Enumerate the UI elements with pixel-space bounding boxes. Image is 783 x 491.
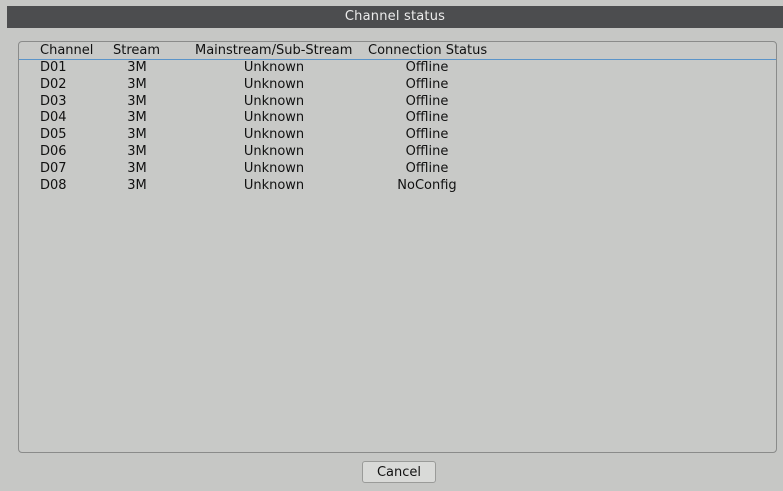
cell-stream: 3M [127,110,147,126]
cell-channel: D06 [40,143,67,159]
cell-channel: D05 [40,127,67,143]
cell-connection-status: Offline [405,60,449,75]
cell-mainstream: Unknown [243,60,305,75]
cell-connection-status: Offline [405,143,449,159]
cancel-button[interactable]: Cancel [362,461,436,483]
cell-stream: 3M [127,127,147,143]
table-row[interactable]: D04 3M Unknown Offline [19,110,776,127]
channel-status-table: Channel Stream Mainstream/Sub-Stream Con… [18,41,777,453]
cell-connection-status: Offline [405,110,449,126]
column-header-mainstream-substream: Mainstream/Sub-Stream [195,43,353,58]
cell-stream: 3M [127,60,147,75]
table-row[interactable]: D08 3M Unknown NoConfig [19,178,776,195]
dialog-title: Channel status [7,6,783,28]
cell-connection-status: Offline [405,76,449,92]
table-row[interactable]: D06 3M Unknown Offline [19,144,776,161]
column-header-stream: Stream [113,43,161,58]
cell-channel: D08 [40,177,67,193]
cell-mainstream: Unknown [243,93,305,109]
cell-mainstream: Unknown [243,110,305,126]
table-row[interactable]: D03 3M Unknown Offline [19,94,776,111]
cell-mainstream: Unknown [243,127,305,143]
cell-mainstream: Unknown [243,177,305,193]
cell-mainstream: Unknown [243,160,305,176]
channel-status-dialog: Channel status Channel Stream Mainstream… [0,0,783,491]
table-row[interactable]: D05 3M Unknown Offline [19,127,776,144]
table-row[interactable]: D01 3M Unknown Offline [19,60,776,77]
column-header-channel: Channel [40,43,94,58]
cell-channel: D01 [40,60,67,75]
cell-channel: D02 [40,76,67,92]
cell-stream: 3M [127,160,147,176]
cell-channel: D03 [40,93,67,109]
cell-mainstream: Unknown [243,143,305,159]
table-header: Channel Stream Mainstream/Sub-Stream Con… [19,43,776,60]
cell-connection-status: Offline [405,127,449,143]
table-body: D01 3M Unknown Offline D02 3M Unknown Of… [19,60,776,194]
cell-mainstream: Unknown [243,76,305,92]
cell-connection-status: NoConfig [397,177,457,193]
cell-connection-status: Offline [405,160,449,176]
cell-connection-status: Offline [405,93,449,109]
cell-stream: 3M [127,177,147,193]
cell-channel: D04 [40,110,67,126]
column-header-connection-status: Connection Status [368,43,488,58]
cell-stream: 3M [127,93,147,109]
table-row[interactable]: D02 3M Unknown Offline [19,77,776,94]
table-row[interactable]: D07 3M Unknown Offline [19,161,776,178]
cell-stream: 3M [127,143,147,159]
cell-channel: D07 [40,160,67,176]
cell-stream: 3M [127,76,147,92]
